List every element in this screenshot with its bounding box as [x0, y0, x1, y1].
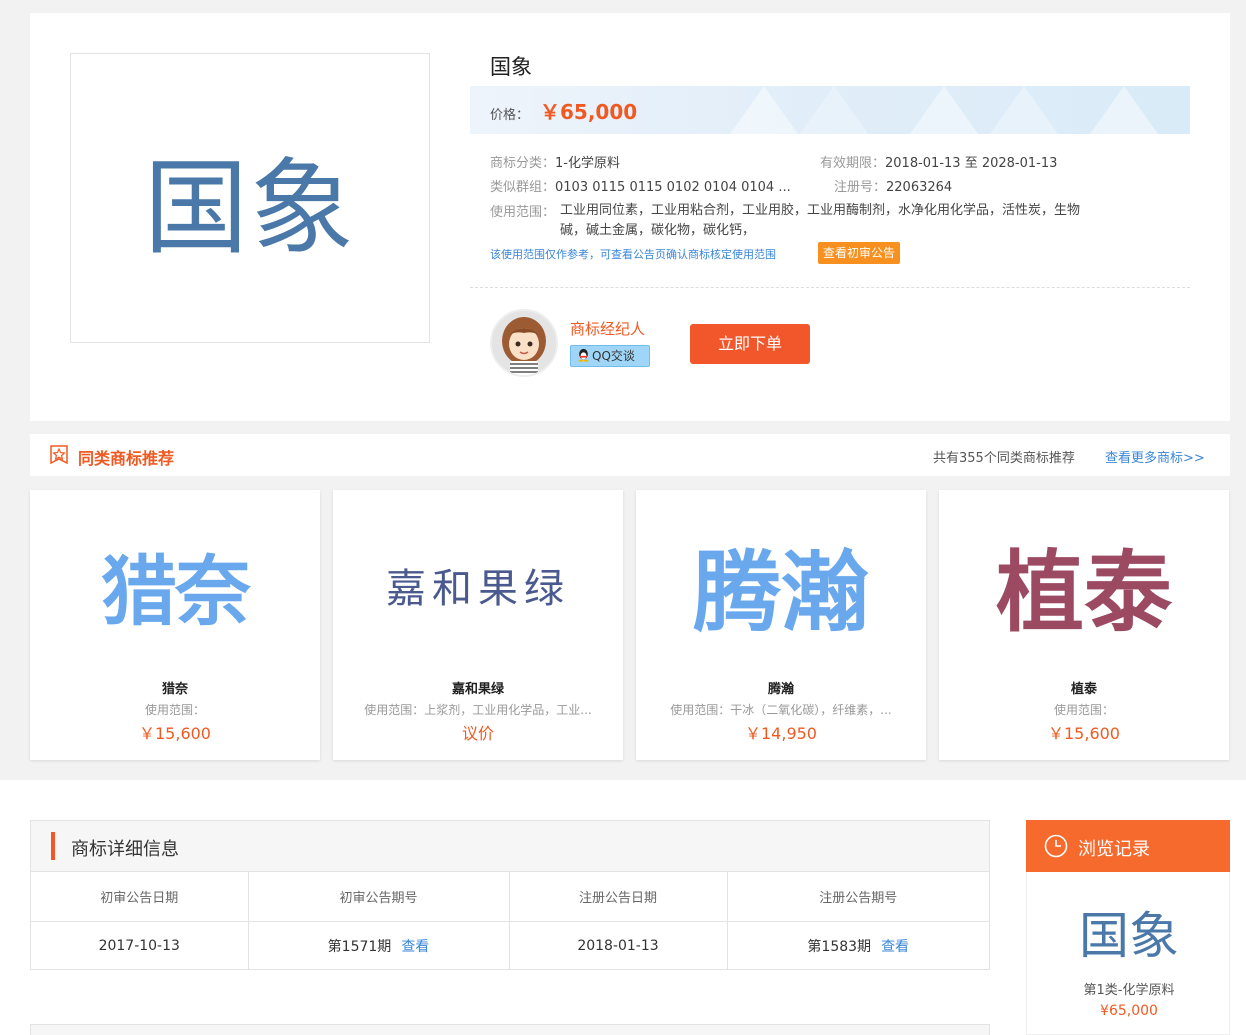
table-row: 2017-10-13 第1571期 查看 2018-01-13 第1583期 查看	[31, 921, 989, 970]
star-badge-icon	[50, 445, 68, 465]
recommend-card[interactable]: 腾瀚 腾瀚 使用范围：干冰（二氧化碳），纤维素，... ￥14,950	[636, 490, 926, 760]
product-card: 国象 国象 价格： ￥65,000 商标分类：1-化学原料 有效期限：2018-…	[30, 13, 1230, 421]
qq-penguin-icon	[578, 348, 589, 362]
details-header: 商标详细信息	[31, 821, 989, 872]
card-mark-text: 植泰	[995, 540, 1172, 644]
card-scope: 使用范围：上浆剂，工业用化学品，工业...	[364, 703, 592, 717]
next-panel-edge	[30, 1024, 990, 1035]
reg-date-cell: 2018-01-13	[509, 921, 728, 970]
card-scope: 使用范围：	[144, 703, 205, 717]
price-label: 价格：	[490, 108, 530, 123]
validity-row: 有效期限：2018-01-13 至 2028-01-13	[820, 152, 1057, 171]
column-header: 注册公告日期	[509, 872, 728, 922]
groups-row: 类似群组：0103 0115 0115 0102 0104 0104 ...	[490, 176, 791, 195]
reg-issue-cell: 第1583期 查看	[727, 921, 989, 970]
scope-value: 工业用同位素，工业用粘合剂，工业用胶，工业用酶制剂，水净化用化学品，活性炭，生物…	[560, 203, 1081, 238]
history-category: 第1类-化学原料	[1083, 983, 1175, 998]
history-trademark-link[interactable]: 国象	[1027, 896, 1231, 968]
card-price: ￥15,600	[139, 724, 211, 743]
card-trademark-image: 嘉和果绿	[333, 530, 623, 640]
view-prelim-link[interactable]: 查看	[401, 939, 429, 955]
scope-label: 使用范围：	[490, 205, 556, 220]
card-name: 腾瀚	[767, 682, 794, 697]
details-title: 商标详细信息	[71, 839, 179, 860]
history-header: 浏览记录	[1026, 820, 1230, 872]
clock-icon	[1044, 834, 1068, 858]
prelim-issue: 第1571期	[327, 938, 392, 955]
scope-note-link[interactable]: 该使用范围仅作参考，可查看公告页确认商标核定使用范围	[490, 246, 776, 262]
reg-label: 注册号：	[834, 180, 887, 195]
recommend-title: 同类商标推荐	[78, 449, 175, 468]
view-notice-button[interactable]: 查看初审公告	[818, 242, 901, 264]
details-table: 初审公告日期 初审公告期号 注册公告日期 注册公告期号 2017-10-13 第…	[31, 872, 989, 970]
groups-value: 0103 0115 0115 0102 0104 0104 ...	[555, 180, 791, 195]
card-price: 议价	[461, 724, 494, 743]
accent-bar	[51, 832, 55, 860]
card-price: ￥15,600	[1048, 724, 1120, 743]
trademark-logo-text: 国象	[143, 146, 356, 269]
price-band: 价格： ￥65,000	[470, 86, 1190, 134]
prelim-issue-cell: 第1571期 查看	[248, 921, 510, 970]
product-title: 国象	[490, 55, 532, 79]
card-name: 嘉和果绿	[451, 682, 504, 697]
card-name: 猎奈	[161, 682, 188, 697]
card-mark-text: 嘉和果绿	[386, 566, 570, 612]
column-header: 初审公告日期	[31, 872, 249, 922]
column-header: 注册公告期号	[727, 872, 989, 922]
recommend-count: 共有355个同类商标推荐	[933, 451, 1075, 466]
recommend-card[interactable]: 猎奈 猎奈 使用范围： ￥15,600	[30, 490, 320, 760]
groups-label: 类似群组：	[490, 180, 556, 195]
card-trademark-image: 植泰	[939, 530, 1229, 644]
validity-value: 2018-01-13 至 2028-01-13	[885, 156, 1058, 171]
trademark-logo: 国象	[70, 53, 430, 343]
card-scope: 使用范围：干冰（二氧化碳），纤维素，...	[670, 703, 892, 717]
divider	[470, 287, 1190, 288]
order-now-button[interactable]: 立即下单	[690, 324, 810, 364]
recommend-header: 同类商标推荐 共有355个同类商标推荐 查看更多商标>>	[30, 434, 1230, 476]
column-header: 初审公告期号	[248, 872, 510, 922]
card-mark-text: 猎奈	[101, 547, 251, 636]
card-mark-text: 腾瀚	[692, 540, 869, 644]
card-trademark-image: 腾瀚	[636, 530, 926, 644]
category-value: 1-化学原料	[555, 156, 620, 171]
history-title: 浏览记录	[1078, 839, 1150, 860]
qq-chat-button[interactable]: QQ交谈	[570, 345, 650, 367]
card-price: ￥14,950	[745, 724, 817, 743]
recommend-card[interactable]: 嘉和果绿 嘉和果绿 使用范围：上浆剂，工业用化学品，工业... 议价	[333, 490, 623, 760]
qq-button-label: QQ交谈	[592, 349, 635, 363]
reg-value: 22063264	[886, 180, 953, 195]
table-header-row: 初审公告日期 初审公告期号 注册公告日期 注册公告期号	[31, 872, 989, 922]
history-price: ¥65,000	[1100, 1003, 1158, 1019]
agent-avatar	[490, 309, 558, 377]
browse-history-panel: 浏览记录 国象 第1类-化学原料 ¥65,000	[1026, 820, 1230, 1035]
price-value: ￥65,000	[540, 100, 638, 124]
view-more-link[interactable]: 查看更多商标>>	[1105, 447, 1205, 466]
reg-row: 注册号：22063264	[834, 176, 952, 195]
card-trademark-image: 猎奈	[30, 530, 320, 640]
prelim-date-cell: 2017-10-13	[31, 921, 249, 970]
category-label: 商标分类：	[490, 156, 556, 171]
trademark-details-panel: 商标详细信息 初审公告日期 初审公告期号 注册公告日期 注册公告期号 2017-…	[30, 820, 990, 970]
card-scope: 使用范围：	[1053, 703, 1114, 717]
recommend-card[interactable]: 植泰 植泰 使用范围： ￥15,600	[939, 490, 1229, 760]
card-name: 植泰	[1070, 682, 1097, 697]
reg-issue: 第1583期	[807, 938, 872, 955]
category-row: 商标分类：1-化学原料	[490, 152, 620, 171]
validity-label: 有效期限：	[820, 156, 886, 171]
view-reg-link[interactable]: 查看	[881, 939, 909, 955]
agent-name: 商标经纪人	[570, 320, 646, 338]
